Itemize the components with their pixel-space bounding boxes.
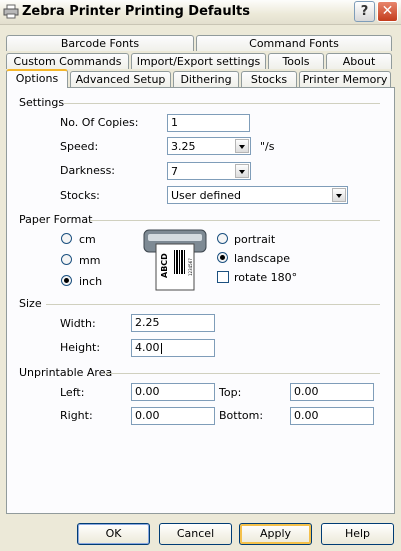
chevron-down-icon[interactable] [235,164,249,178]
tab-import-export-settings[interactable]: Import/Export settings [131,53,266,69]
chevron-down-icon[interactable] [235,139,249,153]
tab-dithering[interactable]: Dithering [173,71,239,87]
tab-about[interactable]: About [326,53,392,69]
window-title: Zebra Printer Printing Defaults [22,4,250,19]
preview-label-text: ABCD [160,253,169,278]
stocks-select[interactable]: User defined [167,186,348,204]
tab-advanced-setup[interactable]: Advanced Setup [70,71,171,87]
tab-options[interactable]: Options [6,69,68,88]
portrait-label: portrait [234,233,276,246]
settings-divider [64,103,380,104]
tab-custom-commands[interactable]: Custom Commands [6,53,129,69]
chevron-down-icon[interactable] [332,188,346,202]
left-input[interactable]: 0.00 [131,383,215,401]
landscape-label: landscape [234,252,291,265]
unit-mm-label: mm [79,254,101,267]
top-input[interactable]: 0.00 [290,383,374,401]
rotate-180-label: rotate 180° [234,271,298,284]
bottom-label: Bottom: [219,409,264,422]
unit-inch-label: inch [79,275,103,288]
title-help-button[interactable]: ? [354,1,375,22]
portrait-radio[interactable] [217,233,228,244]
tab-command-fonts[interactable]: Command Fonts [196,35,392,51]
tab-tools[interactable]: Tools [268,53,324,69]
top-label: Top: [219,386,242,399]
paper-format-divider [90,220,380,221]
stocks-label: Stocks: [60,189,100,202]
label-preview-image: ABCD 1234567 [143,229,207,291]
unit-inch-radio[interactable] [61,275,72,286]
close-button[interactable]: ✕ [377,1,398,22]
title-bar[interactable]: Zebra Printer Printing Defaults ? ✕ [0,0,401,25]
landscape-radio[interactable] [217,252,228,263]
unit-cm-label: cm [79,233,96,246]
speed-unit: "/s [260,140,275,153]
preview-label-number: 1234567 [188,258,193,276]
height-label: Height: [60,341,101,354]
printer-icon [3,4,19,19]
tab-printer-memory[interactable]: Printer Memory [299,71,391,87]
darkness-value: 7 [171,165,178,178]
cancel-button[interactable]: Cancel [159,523,232,545]
darkness-select[interactable]: 7 [167,162,251,180]
copies-label: No. Of Copies: [60,116,139,129]
ok-button[interactable]: OK [77,523,150,545]
tab-barcode-fonts[interactable]: Barcode Fonts [6,35,194,51]
unit-cm-radio[interactable] [61,233,72,244]
paper-format-group-label: Paper Format [19,213,93,226]
tab-stocks[interactable]: Stocks [241,71,297,87]
unit-mm-radio[interactable] [61,254,72,265]
text-cursor [160,342,162,354]
right-label: Right: [60,409,93,422]
settings-group-label: Settings [19,96,65,109]
speed-select[interactable]: 3.25 [167,137,251,155]
copies-input[interactable]: 1 [167,114,250,132]
rotate-180-checkbox[interactable] [217,271,229,283]
width-label: Width: [60,317,96,330]
darkness-label: Darkness: [60,164,116,177]
size-divider [46,304,380,305]
unprintable-divider [104,373,380,374]
speed-value: 3.25 [171,140,196,153]
width-input[interactable]: 2.25 [131,314,215,332]
stocks-value: User defined [171,189,241,202]
right-input[interactable]: 0.00 [131,407,215,425]
speed-label: Speed: [60,140,99,153]
height-input[interactable]: 4.00 [131,339,215,357]
height-value: 4.00 [135,341,160,354]
apply-button[interactable]: Apply [239,523,312,545]
unprintable-group-label: Unprintable Area [19,366,113,379]
size-group-label: Size [19,297,42,310]
left-label: Left: [60,386,85,399]
help-button[interactable]: Help [321,523,394,545]
bottom-input[interactable]: 0.00 [290,407,374,425]
